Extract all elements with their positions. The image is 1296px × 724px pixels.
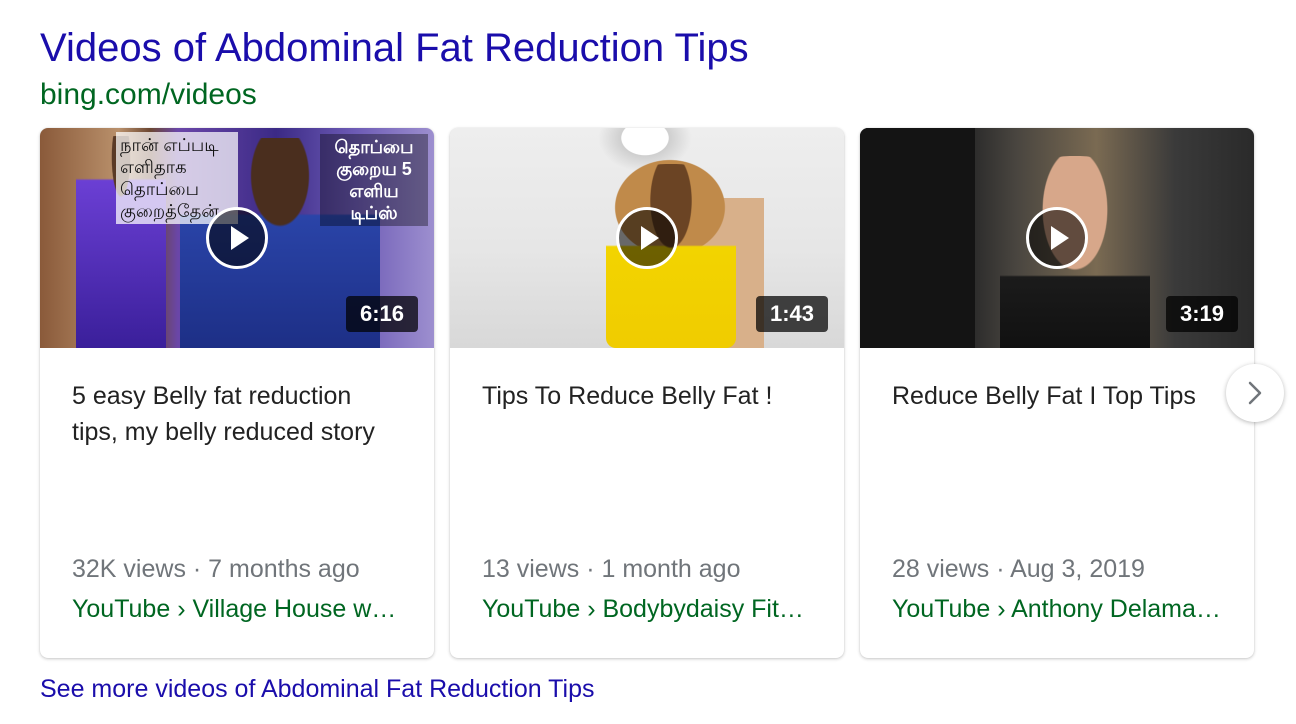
- video-meta: 13 views · 1 month ago: [482, 555, 741, 583]
- play-icon[interactable]: [616, 207, 678, 269]
- video-card-3[interactable]: 3:19 Reduce Belly Fat I Top Tips 28 view…: [860, 128, 1254, 658]
- video-meta: 32K views · 7 months ago: [72, 555, 360, 583]
- thumbnail-overlay-text: தொப்பை குறைய 5 எளிய டிப்ஸ்: [320, 134, 428, 226]
- play-icon[interactable]: [206, 207, 268, 269]
- thumbnail-overlay-text: நான் எப்படி எளிதாக தொப்பை குறைத்தேன்: [116, 132, 238, 224]
- video-duration: 6:16: [345, 296, 418, 332]
- video-title[interactable]: Reduce Belly Fat I Top Tips: [892, 378, 1222, 414]
- video-duration: 3:19: [1165, 296, 1238, 332]
- video-thumbnail[interactable]: 3:19: [860, 128, 1254, 348]
- results-title-link[interactable]: Videos of Abdominal Fat Reduction Tips: [40, 22, 749, 74]
- video-channel: YouTube › Bodybydaisy Fit…: [482, 595, 804, 623]
- thumbnail-background-image: [860, 128, 975, 348]
- carousel-next-button[interactable]: [1226, 364, 1284, 422]
- video-thumbnail[interactable]: 1:43: [450, 128, 844, 348]
- video-card-1[interactable]: நான் எப்படி எளிதாக தொப்பை குறைத்தேன் தொப…: [40, 128, 434, 658]
- video-meta: 28 views · Aug 3, 2019: [892, 555, 1145, 583]
- source-url: bing.com/videos: [40, 78, 257, 111]
- video-channel: YouTube › Village House w…: [72, 595, 397, 623]
- video-title[interactable]: Tips To Reduce Belly Fat !: [482, 378, 812, 414]
- video-title[interactable]: 5 easy Belly fat reduction tips, my bell…: [72, 378, 402, 450]
- video-channel: YouTube › Anthony Delama…: [892, 595, 1221, 623]
- video-card-2[interactable]: 1:43 Tips To Reduce Belly Fat ! 13 views…: [450, 128, 844, 658]
- see-more-videos-link[interactable]: See more videos of Abdominal Fat Reducti…: [40, 672, 594, 706]
- video-thumbnail[interactable]: நான் எப்படி எளிதாக தொப்பை குறைத்தேன் தொப…: [40, 128, 434, 348]
- chevron-right-icon: [1248, 381, 1262, 405]
- video-duration: 1:43: [755, 296, 828, 332]
- play-icon[interactable]: [1026, 207, 1088, 269]
